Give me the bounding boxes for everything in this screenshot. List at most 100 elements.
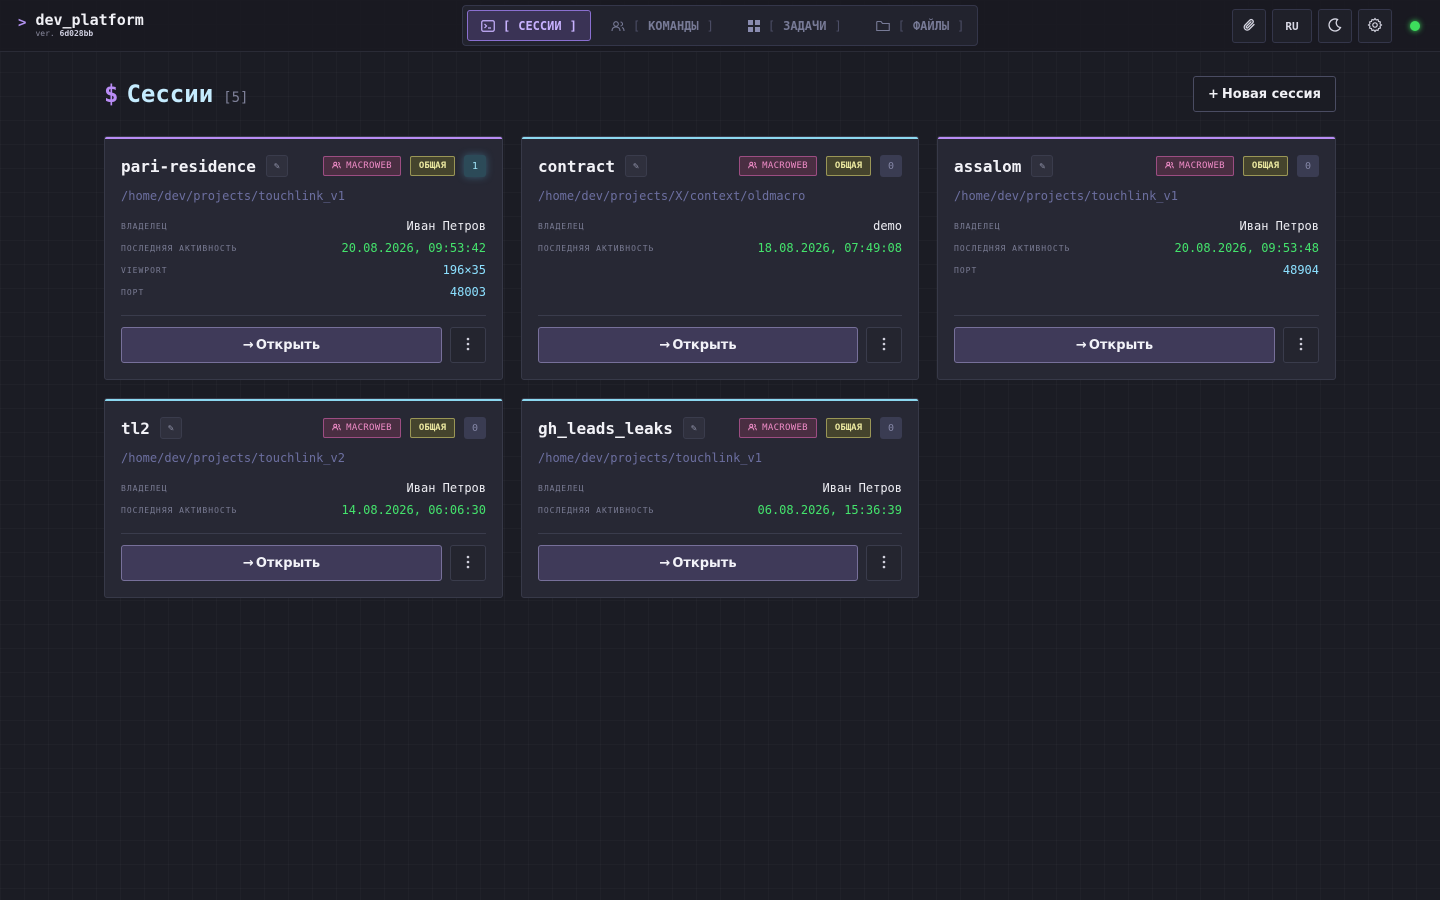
session-path: /home/dev/projects/touchlink_v2 bbox=[121, 451, 345, 465]
theme-toggle-button[interactable] bbox=[1318, 9, 1352, 43]
session-path: /home/dev/projects/X/context/oldmacro bbox=[538, 189, 806, 203]
tab-sessions[interactable]: [ СЕССИИ ] bbox=[467, 10, 591, 41]
last-activity-value: 18.08.2026, 07:49:08 bbox=[757, 241, 903, 255]
arrow-right-icon: → bbox=[242, 337, 254, 353]
open-session-button[interactable]: → Открыть bbox=[121, 545, 442, 581]
version-hash: 6d028bb bbox=[59, 29, 94, 38]
users-icon bbox=[748, 161, 757, 172]
more-options-button[interactable] bbox=[866, 327, 902, 363]
tab-files[interactable]: [ ФАЙЛЫ ] bbox=[862, 10, 979, 41]
bracket-open: [ bbox=[767, 18, 776, 33]
version-label: ver. bbox=[35, 29, 55, 38]
shared-badge: ОБЩАЯ bbox=[409, 156, 455, 176]
team-badge-label: MACROWEB bbox=[346, 161, 392, 171]
top-bar: > dev_platform ver. 6d028bb [ СЕССИИ ] [… bbox=[0, 0, 1440, 52]
open-label: Открыть bbox=[255, 337, 321, 353]
connections-count-badge: 0 bbox=[464, 417, 486, 439]
session-meta: ВЛАДЕЛЕЦ Иван Петров ПОСЛЕДНЯЯ АКТИВНОСТЬ… bbox=[121, 477, 486, 521]
divider bbox=[121, 315, 486, 316]
owner-label: ВЛАДЕЛЕЦ bbox=[538, 221, 585, 231]
users-icon bbox=[1165, 161, 1174, 172]
session-card: assalom ✎ MACROWEB ОБЩАЯ 0 /home/dev/pro… bbox=[937, 136, 1336, 380]
connections-count-badge: 0 bbox=[1297, 155, 1319, 177]
rename-button[interactable]: ✎ bbox=[265, 155, 288, 177]
last-activity-value: 06.08.2026, 15:36:39 bbox=[757, 503, 903, 517]
last-activity-label: ПОСЛЕДНЯЯ АКТИВНОСТЬ bbox=[538, 505, 655, 515]
more-options-button[interactable] bbox=[866, 545, 902, 581]
bracket-close: ] bbox=[957, 18, 965, 33]
pencil-icon: ✎ bbox=[273, 160, 280, 172]
session-path: /home/dev/projects/touchlink_v1 bbox=[121, 189, 345, 203]
rename-button[interactable]: ✎ bbox=[1031, 155, 1054, 177]
team-badge: MACROWEB bbox=[323, 156, 401, 176]
shared-badge: ОБЩАЯ bbox=[825, 418, 871, 438]
shared-badge: ОБЩАЯ bbox=[409, 418, 455, 438]
team-badge-label: MACROWEB bbox=[1179, 161, 1225, 171]
arrow-right-icon: → bbox=[1075, 337, 1087, 353]
last-activity-value: 14.08.2026, 06:06:30 bbox=[341, 503, 487, 517]
rename-button[interactable]: ✎ bbox=[625, 155, 648, 177]
language-button[interactable]: RU bbox=[1272, 9, 1312, 43]
divider bbox=[121, 533, 486, 534]
pencil-icon: ✎ bbox=[633, 160, 640, 172]
open-session-button[interactable]: → Открыть bbox=[538, 545, 858, 581]
open-label: Открыть bbox=[255, 555, 321, 571]
more-options-button[interactable] bbox=[450, 327, 486, 363]
owner-label: ВЛАДЕЛЕЦ bbox=[538, 483, 585, 493]
open-session-button[interactable]: → Открыть bbox=[954, 327, 1275, 363]
main-nav: [ СЕССИИ ] [ КОМАНДЫ ] [ ЗАДАЧИ ] [ ФАЙЛ… bbox=[462, 5, 978, 46]
session-name: contract bbox=[538, 156, 616, 176]
open-session-button[interactable]: → Открыть bbox=[121, 327, 442, 363]
divider bbox=[538, 315, 902, 316]
moon-icon bbox=[1328, 17, 1342, 35]
port-label: ПОРТ bbox=[121, 287, 145, 297]
grid-icon bbox=[747, 19, 760, 32]
owner-label: ВЛАДЕЛЕЦ bbox=[954, 221, 1001, 231]
tab-tasks[interactable]: [ ЗАДАЧИ ] bbox=[734, 10, 856, 41]
session-count: [5] bbox=[223, 90, 249, 106]
viewport-label: VIEWPORT bbox=[121, 265, 168, 275]
open-label: Открыть bbox=[1088, 337, 1154, 353]
session-card: contract ✎ MACROWEB ОБЩАЯ 0 /home/dev/pr… bbox=[521, 136, 919, 380]
tab-teams[interactable]: [ КОМАНДЫ ] bbox=[597, 10, 728, 41]
open-session-button[interactable]: → Открыть bbox=[538, 327, 858, 363]
viewport-value: 196×35 bbox=[442, 263, 486, 277]
team-badge: MACROWEB bbox=[739, 418, 817, 438]
version: ver. 6d028bb bbox=[35, 29, 143, 38]
new-session-button[interactable]: + Новая сессия bbox=[1193, 76, 1336, 112]
gear-icon bbox=[1367, 17, 1383, 36]
session-name: assalom bbox=[954, 156, 1022, 176]
team-badge-label: MACROWEB bbox=[762, 161, 808, 171]
session-meta: ВЛАДЕЛЕЦ demo ПОСЛЕДНЯЯ АКТИВНОСТЬ 18.08.2… bbox=[538, 215, 902, 303]
sessions-grid: pari-residence ✎ MACROWEB ОБЩАЯ 1 /home/… bbox=[104, 136, 1336, 598]
header-actions: RU bbox=[1232, 9, 1420, 43]
connection-status-indicator bbox=[1410, 21, 1420, 31]
more-options-button[interactable] bbox=[1283, 327, 1319, 363]
owner-label: ВЛАДЕЛЕЦ bbox=[121, 483, 168, 493]
new-session-label: Новая сессия bbox=[1221, 86, 1321, 102]
arrow-right-icon: → bbox=[659, 555, 671, 571]
kebab-menu-icon bbox=[882, 336, 886, 355]
shared-badge: ОБЩАЯ bbox=[1242, 156, 1288, 176]
kebab-menu-icon bbox=[1299, 336, 1303, 355]
bracket-open: [ bbox=[632, 18, 641, 33]
folder-icon bbox=[875, 20, 890, 32]
pencil-icon: ✎ bbox=[167, 422, 174, 434]
prompt-icon: > bbox=[18, 15, 27, 31]
brand[interactable]: > dev_platform ver. 6d028bb bbox=[18, 12, 144, 39]
attach-button[interactable] bbox=[1232, 9, 1266, 43]
rename-button[interactable]: ✎ bbox=[682, 417, 705, 439]
settings-button[interactable] bbox=[1358, 9, 1392, 43]
connections-count-badge: 0 bbox=[880, 155, 902, 177]
kebab-menu-icon bbox=[882, 554, 886, 573]
rename-button[interactable]: ✎ bbox=[159, 417, 182, 439]
more-options-button[interactable] bbox=[450, 545, 486, 581]
shared-badge: ОБЩАЯ bbox=[825, 156, 871, 176]
page-title: $ Сессии [5] bbox=[104, 80, 248, 108]
bracket-close: ] bbox=[569, 18, 577, 33]
team-badge: MACROWEB bbox=[323, 418, 401, 438]
session-card: pari-residence ✎ MACROWEB ОБЩАЯ 1 /home/… bbox=[104, 136, 503, 380]
session-card: tl2 ✎ MACROWEB ОБЩАЯ 0 /home/dev/project… bbox=[104, 398, 503, 598]
plus-icon: + bbox=[1208, 86, 1219, 102]
port-value: 48003 bbox=[449, 285, 486, 299]
